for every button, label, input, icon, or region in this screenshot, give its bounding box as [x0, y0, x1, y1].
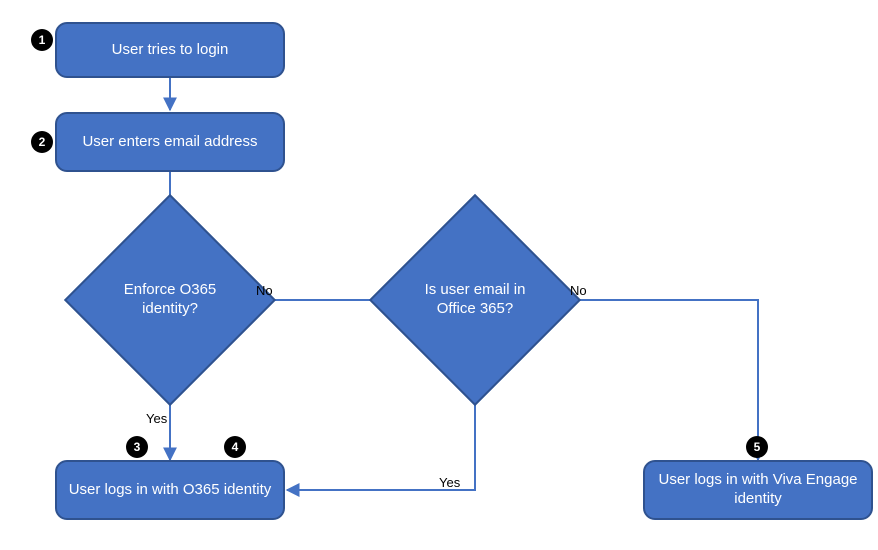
edge-label-d2-no: No	[570, 283, 587, 298]
badge-label: 5	[754, 440, 761, 454]
badge-5: 5	[746, 436, 768, 458]
badge-label: 1	[39, 33, 46, 47]
badge-label: 3	[134, 440, 141, 454]
badge-3: 3	[126, 436, 148, 458]
node-step-2: User enters email address	[55, 112, 285, 172]
badge-1: 1	[31, 29, 53, 51]
node-label: User tries to login	[112, 41, 229, 60]
badge-2: 2	[31, 131, 53, 153]
node-step-viva-login: User logs in with Viva Engage identity	[643, 460, 873, 520]
edge-label-d2-yes: Yes	[439, 475, 460, 490]
edge-label-d1-no: No	[256, 283, 273, 298]
edge-label-d1-yes: Yes	[146, 411, 167, 426]
node-decision-enforce-o365: Enforce O365 identity?	[95, 225, 245, 375]
node-step-1: User tries to login	[55, 22, 285, 78]
flowchart: User tries to login 1 User enters email …	[0, 0, 878, 550]
node-step-o365-login: User logs in with O365 identity	[55, 460, 285, 520]
badge-4: 4	[224, 436, 246, 458]
node-label: User enters email address	[82, 133, 257, 152]
node-label: User logs in with O365 identity	[69, 481, 272, 500]
node-label: Enforce O365 identity?	[95, 225, 245, 375]
node-decision-email-in-o365: Is user email in Office 365?	[400, 225, 550, 375]
badge-label: 2	[39, 135, 46, 149]
badge-label: 4	[232, 440, 239, 454]
node-label: User logs in with Viva Engage identity	[653, 471, 863, 509]
node-label: Is user email in Office 365?	[400, 225, 550, 375]
